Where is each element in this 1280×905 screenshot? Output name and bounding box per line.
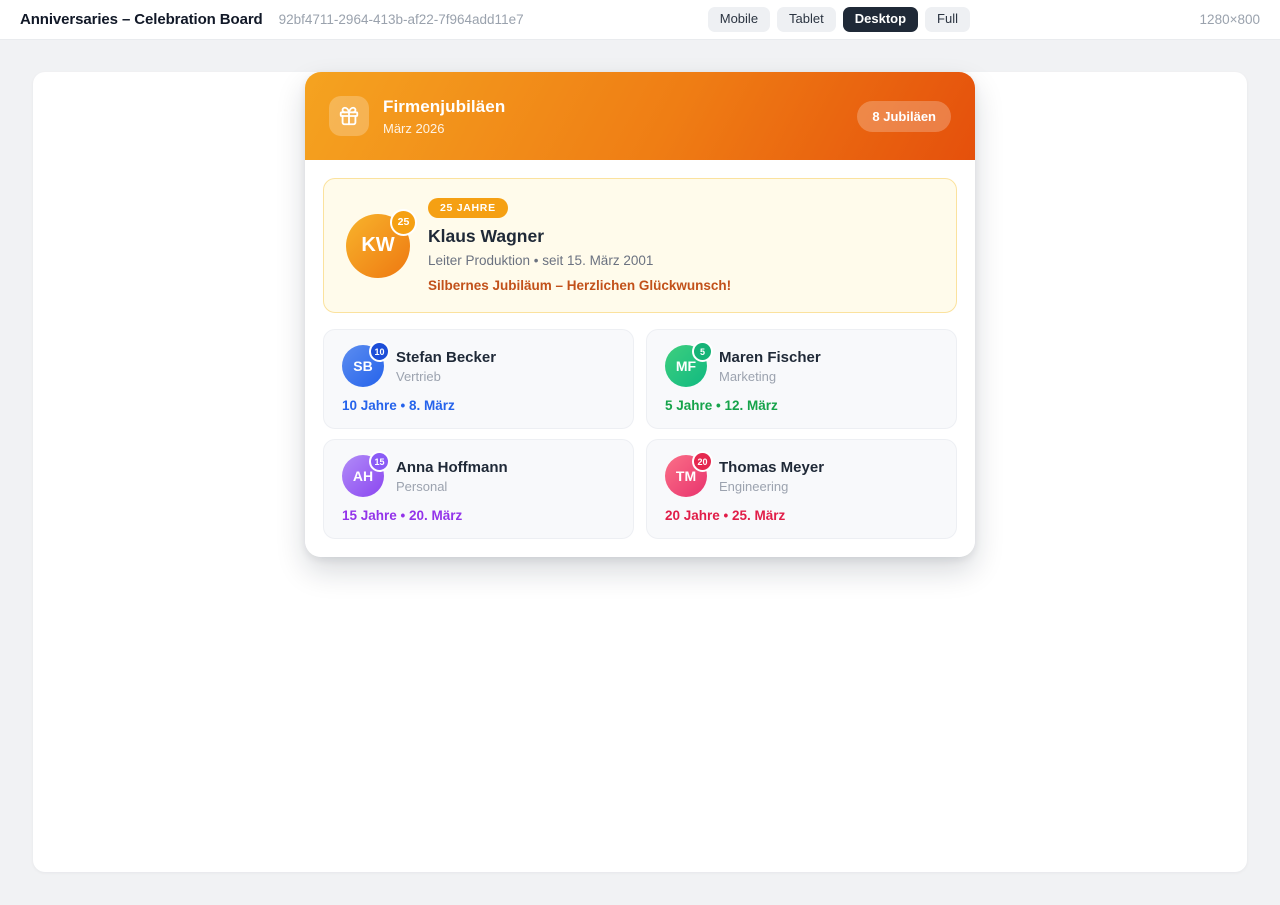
- board-header-text: Firmenjubiläen März 2026: [383, 97, 505, 136]
- person-avatar: SB 10: [342, 345, 384, 387]
- people-grid: SB 10 Stefan Becker Vertrieb 10 Jahre • …: [323, 329, 957, 539]
- person-avatar: TM 20: [665, 455, 707, 497]
- employee-name: Anna Hoffmann: [396, 459, 508, 476]
- board-header: Firmenjubiläen März 2026 8 Jubiläen: [305, 72, 975, 160]
- person-avatar: MF 5: [665, 345, 707, 387]
- celebration-board-card: Firmenjubiläen März 2026 8 Jubiläen KW 2…: [305, 72, 975, 557]
- congratulation-message: Silbernes Jubiläum – Herzlichen Glückwun…: [428, 278, 731, 293]
- anniversary-detail: 10 Jahre • 8. März: [342, 398, 615, 413]
- viewport-toggle-group: Mobile Tablet Desktop Full: [708, 7, 970, 31]
- resolution-indicator: 1280×800: [970, 12, 1260, 27]
- person-card: MF 5 Maren Fischer Marketing 5 Jahre • 1…: [646, 329, 957, 429]
- employee-name: Thomas Meyer: [719, 459, 824, 476]
- person-avatar: AH 15: [342, 455, 384, 497]
- page-title: Anniversaries – Celebration Board: [20, 11, 263, 28]
- person-info: Maren Fischer Marketing: [719, 349, 821, 384]
- person-card: SB 10 Stefan Becker Vertrieb 10 Jahre • …: [323, 329, 634, 429]
- employee-department: Marketing: [719, 369, 821, 384]
- board-subtitle: März 2026: [383, 121, 505, 136]
- years-count-badge: 15: [369, 451, 390, 472]
- viewport-button-full[interactable]: Full: [925, 7, 970, 31]
- person-info: Anna Hoffmann Personal: [396, 459, 508, 494]
- employee-department: Vertrieb: [396, 369, 496, 384]
- employee-name: Klaus Wagner: [428, 226, 731, 247]
- employee-role-since: Leiter Produktion • seit 15. März 2001: [428, 253, 731, 268]
- topbar: Anniversaries – Celebration Board 92bf47…: [0, 0, 1280, 40]
- person-top-row: AH 15 Anna Hoffmann Personal: [342, 455, 615, 497]
- featured-info: 25 JAHRE Klaus Wagner Leiter Produktion …: [428, 198, 731, 293]
- person-top-row: TM 20 Thomas Meyer Engineering: [665, 455, 938, 497]
- employee-name: Maren Fischer: [719, 349, 821, 366]
- years-count-badge: 25: [390, 209, 417, 236]
- person-top-row: MF 5 Maren Fischer Marketing: [665, 345, 938, 387]
- topbar-left: Anniversaries – Celebration Board 92bf47…: [20, 11, 708, 28]
- viewport-button-desktop[interactable]: Desktop: [843, 7, 918, 31]
- person-info: Stefan Becker Vertrieb: [396, 349, 496, 384]
- preview-panel: Firmenjubiläen März 2026 8 Jubiläen KW 2…: [33, 72, 1247, 872]
- years-count-badge: 5: [692, 341, 713, 362]
- anniversary-detail: 20 Jahre • 25. März: [665, 508, 938, 523]
- employee-department: Personal: [396, 479, 508, 494]
- featured-anniversary-card: KW 25 25 JAHRE Klaus Wagner Leiter Produ…: [323, 178, 957, 313]
- person-info: Thomas Meyer Engineering: [719, 459, 824, 494]
- viewport-button-tablet[interactable]: Tablet: [777, 7, 836, 31]
- person-card: TM 20 Thomas Meyer Engineering 20 Jahre …: [646, 439, 957, 539]
- person-card: AH 15 Anna Hoffmann Personal 15 Jahre • …: [323, 439, 634, 539]
- years-label-badge: 25 JAHRE: [428, 198, 508, 218]
- anniversary-count-badge: 8 Jubiläen: [857, 101, 951, 132]
- person-top-row: SB 10 Stefan Becker Vertrieb: [342, 345, 615, 387]
- viewport-button-mobile[interactable]: Mobile: [708, 7, 770, 31]
- preview-stage: Firmenjubiläen März 2026 8 Jubiläen KW 2…: [0, 40, 1280, 905]
- anniversary-detail: 15 Jahre • 20. März: [342, 508, 615, 523]
- board-title: Firmenjubiläen: [383, 97, 505, 117]
- board-body: KW 25 25 JAHRE Klaus Wagner Leiter Produ…: [305, 160, 975, 557]
- anniversary-detail: 5 Jahre • 12. März: [665, 398, 938, 413]
- employee-department: Engineering: [719, 479, 824, 494]
- featured-avatar: KW 25: [346, 214, 410, 278]
- years-count-badge: 20: [692, 451, 713, 472]
- years-count-badge: 10: [369, 341, 390, 362]
- employee-name: Stefan Becker: [396, 349, 496, 366]
- document-uuid: 92bf4711-2964-413b-af22-7f964add11e7: [279, 12, 524, 27]
- gift-icon: [329, 96, 369, 136]
